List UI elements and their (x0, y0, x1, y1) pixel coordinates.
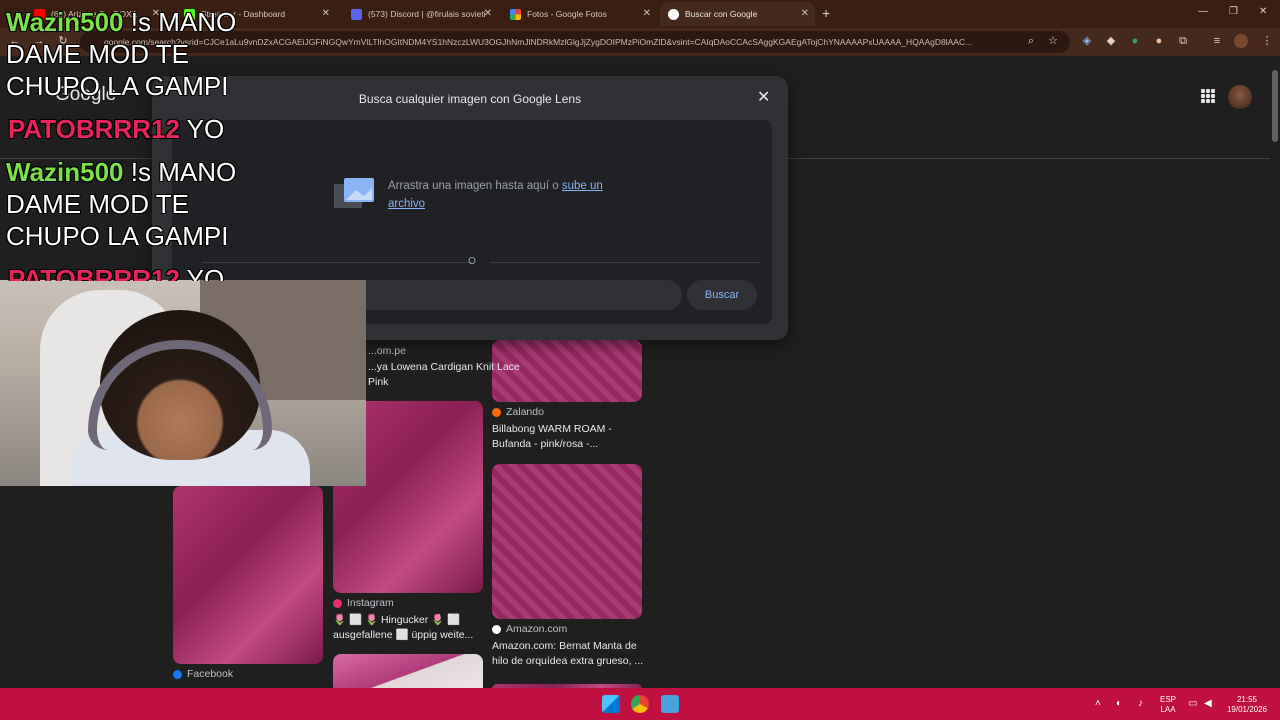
account-avatar[interactable] (1228, 85, 1252, 109)
chat-text: YO (179, 264, 225, 281)
chat-username: Wazin500 (6, 7, 124, 37)
source-label: ...om.pe (368, 345, 406, 357)
discord-icon (351, 8, 362, 20)
google-photos-icon (510, 8, 521, 20)
close-tab-icon[interactable]: ✕ (643, 8, 651, 19)
chat-text: !s MANO (123, 157, 237, 187)
zoom-icon[interactable]: ⌕ (1024, 34, 1038, 48)
result-source[interactable]: Instagram (333, 597, 394, 609)
extension-icon[interactable]: ◆ (1104, 34, 1118, 48)
notepad-icon[interactable] (661, 695, 679, 713)
bookmark-star-icon[interactable]: ☆ (1046, 34, 1060, 48)
dialog-title: Busca cualquier imagen con Google Lens (358, 92, 582, 106)
chat-message-line: DAME MOD TE (6, 189, 189, 219)
microphone-icon[interactable]: ♪ (1138, 698, 1143, 709)
chat-username: PATOBRRR12 (8, 264, 180, 281)
result-source[interactable]: Facebook (173, 668, 233, 680)
chat-username: Wazin500 (6, 157, 124, 187)
search-button[interactable]: Buscar (687, 280, 757, 310)
close-tab-icon[interactable]: ✕ (484, 8, 492, 19)
source-label: Facebook (187, 668, 234, 680)
source-label: Zalando (506, 406, 544, 418)
extension-icon[interactable]: ● (1128, 34, 1142, 48)
result-caption[interactable]: Amazon.com: Bernat Manta de hilo de orqu… (492, 639, 647, 669)
result-source[interactable]: Zalando (492, 406, 544, 418)
tab-google-search[interactable]: Buscar con Google ✕ (660, 2, 815, 26)
clock-time: 21:55 (1236, 695, 1258, 704)
tab-discord[interactable]: (573) Discord | @firulais sovieti ✕ (343, 2, 498, 26)
minimize-button[interactable]: — (1198, 6, 1208, 17)
windows-start-icon[interactable] (602, 695, 620, 713)
extension-icon[interactable]: ◈ (1080, 34, 1094, 48)
chrome-icon[interactable] (631, 695, 649, 713)
image-icon (334, 178, 374, 208)
media-icon[interactable]: ≡ (1210, 34, 1224, 48)
result-image[interactable] (492, 464, 642, 619)
chat-message: PATOBRRR12 YO (8, 263, 224, 281)
profile-avatar[interactable] (1234, 34, 1248, 48)
close-icon[interactable]: ✕ (757, 87, 770, 107)
scrollbar-thumb[interactable] (1272, 70, 1278, 142)
close-window-button[interactable]: ✕ (1259, 6, 1267, 17)
clock-date: 19/01/2026 (1226, 705, 1268, 714)
result-caption[interactable]: ...ya Lowena Cardigan Knit Lace Pink (368, 360, 523, 390)
language-indicator[interactable]: ESP LAA (1157, 695, 1179, 715)
close-tab-icon[interactable]: ✕ (322, 8, 330, 19)
keyboard-layout: LAA (1160, 705, 1176, 714)
source-label: Instagram (347, 597, 394, 609)
taskbar: ˄ ◐ ♪ ESP LAA ▭ ◀ 21:55 19/01/2026 (0, 688, 1280, 720)
result-source[interactable]: Amazon.com (492, 623, 567, 635)
result-caption[interactable]: 🌷 ⬜ 🌷 Hingucker 🌷 ⬜ ausgefallene ⬜ üppig… (333, 613, 488, 643)
or-separator: O (468, 256, 476, 267)
clock[interactable]: 21:55 19/01/2026 (1222, 695, 1272, 715)
apps-grid-icon[interactable] (1201, 89, 1215, 103)
chat-message-line: CHUPO LA GAMPI (6, 221, 229, 251)
chevron-up-icon[interactable]: ˄ (1095, 698, 1101, 709)
tab-label: (573) Discord | @firulais sovieti (368, 9, 486, 19)
chat-text: !s MANO (123, 7, 237, 37)
result-image[interactable] (333, 654, 483, 688)
menu-icon[interactable]: ⋮ (1260, 34, 1274, 48)
chat-message: PATOBRRR12 YO (8, 113, 224, 145)
tab-google-photos[interactable]: Fotos - Google Fotos ✕ (502, 2, 657, 26)
instagram-icon (333, 598, 342, 608)
close-tab-icon[interactable]: ✕ (801, 8, 809, 19)
volume-icon[interactable]: ◀ (1204, 698, 1212, 709)
chat-message: Wazin500 !s MANO (6, 156, 236, 188)
chat-message-line: CHUPO LA GAMPI (6, 71, 229, 101)
url-text: google.com/search?vsrid=CJCe1aLu9vnDZxAC… (104, 37, 973, 47)
divider (202, 262, 472, 263)
chat-message-line: DAME MOD TE (6, 39, 189, 69)
restore-button[interactable]: ❐ (1229, 6, 1238, 17)
app-tray-icon[interactable]: ◐ (1116, 698, 1122, 709)
network-icon[interactable]: ▭ (1188, 698, 1197, 709)
tab-label: Buscar con Google (685, 9, 758, 19)
result-caption[interactable]: Billabong WARM ROAM - Bufanda - pink/ros… (492, 422, 647, 452)
source-label: Amazon.com (506, 623, 568, 635)
new-tab-button[interactable]: + (822, 5, 830, 21)
google-icon (668, 8, 679, 20)
drop-instructions: Arrastra una imagen hasta aquí o sube un… (388, 177, 608, 213)
divider (490, 262, 760, 263)
extension-icon[interactable]: ● (1152, 34, 1166, 48)
tab-label: Fotos - Google Fotos (527, 9, 607, 19)
webcam-overlay (0, 280, 366, 486)
result-image[interactable] (173, 486, 323, 664)
zalando-icon (492, 407, 501, 417)
amazon-icon (492, 624, 501, 634)
scrollbar[interactable] (1270, 56, 1280, 688)
chat-username: PATOBRRR12 (8, 114, 180, 144)
facebook-icon (173, 669, 182, 679)
drop-text: Arrastra una imagen hasta aquí o (388, 180, 562, 192)
chat-text: YO (179, 114, 225, 144)
chat-message: Wazin500 !s MANO (6, 6, 236, 38)
result-source[interactable]: ...om.pe (368, 345, 406, 357)
puzzle-icon[interactable]: ⧉ (1176, 34, 1190, 48)
language-code: ESP (1159, 695, 1176, 704)
